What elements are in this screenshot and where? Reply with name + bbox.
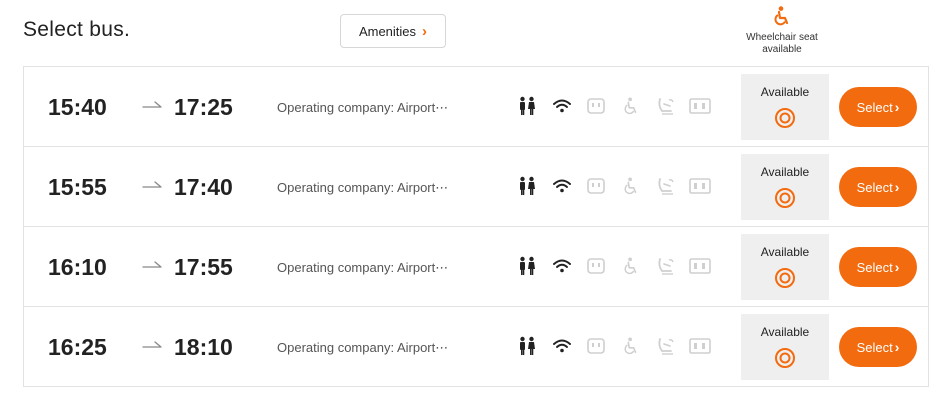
select-label: Select [856,99,893,115]
reclining-seat-icon [655,175,677,197]
monitor-icon [689,255,711,277]
wheelchair-seat-label: Wheelchair seat [746,32,818,43]
chevron-right-icon: › [894,179,900,195]
select-button[interactable]: Select › [839,327,917,367]
wheelchair-seat-label-2: available [762,44,802,55]
bus-list: 15:40 17:25 Operating company: Airport⋯ [23,66,929,387]
departure-time: 16:25 [48,334,107,360]
select-button[interactable]: Select › [839,87,917,127]
double-circle-icon [775,108,795,128]
reclining-seat-icon [655,95,677,117]
wifi-icon [551,175,573,197]
wifi-icon [551,255,573,277]
availability-status: Available [760,85,810,99]
wifi-icon [551,335,573,357]
availability-status: Available [760,245,810,259]
wheelchair-availability: Available [741,314,829,380]
bus-row: 16:10 17:55 Operating company: Airport⋯ [24,227,928,307]
arrival-time: 17:40 [174,174,233,200]
reclining-seat-icon [655,335,677,357]
amenities-button[interactable]: Amenities › [340,14,446,48]
select-label: Select [856,179,893,195]
bus-row: 16:25 18:10 Operating company: Airport⋯ [24,307,928,387]
wheelchair-availability: Available [741,74,829,140]
select-button[interactable]: Select › [839,167,917,207]
availability-status: Available [760,165,810,179]
restroom-icon [516,255,538,277]
wheelchair-icon [774,6,789,26]
operating-company: Operating company: Airport⋯ [277,100,449,115]
bus-row: 15:55 17:40 Operating company: Airport⋯ [24,147,928,227]
reclining-seat-icon [655,255,677,277]
wheelchair-seat-header: Wheelchair seat available [732,6,832,56]
wheelchair-icon [620,95,642,117]
page-title: Select bus. [23,18,131,41]
arrival-time: 17:25 [174,94,233,120]
arrow-right-icon [142,341,162,348]
operating-company: Operating company: Airport⋯ [277,260,449,275]
select-label: Select [856,339,893,355]
power-outlet-icon [585,95,607,117]
restroom-icon [516,335,538,357]
arrow-right-icon [142,101,162,108]
monitor-icon [689,95,711,117]
power-outlet-icon [585,335,607,357]
operating-company: Operating company: Airport⋯ [277,340,449,355]
arrow-right-icon [142,261,162,268]
departure-time: 15:40 [48,94,107,120]
operating-company: Operating company: Airport⋯ [277,180,449,195]
arrival-time: 17:55 [174,254,233,280]
restroom-icon [516,95,538,117]
availability-status: Available [760,325,810,339]
wifi-icon [551,95,573,117]
chevron-right-icon: › [894,259,900,275]
double-circle-icon [775,348,795,368]
restroom-icon [516,175,538,197]
monitor-icon [689,335,711,357]
chevron-right-icon: › [894,339,900,355]
wheelchair-icon [620,255,642,277]
select-label: Select [856,259,893,275]
departure-time: 16:10 [48,254,107,280]
departure-time: 15:55 [48,174,107,200]
bus-row: 15:40 17:25 Operating company: Airport⋯ [24,67,928,147]
power-outlet-icon [585,175,607,197]
select-button[interactable]: Select › [839,247,917,287]
chevron-right-icon: › [894,99,900,115]
amenities-label: Amenities [358,23,417,39]
arrival-time: 18:10 [174,334,233,360]
monitor-icon [689,175,711,197]
wheelchair-availability: Available [741,234,829,300]
wheelchair-icon [620,335,642,357]
chevron-right-icon: › [422,22,428,40]
wheelchair-icon [620,175,642,197]
double-circle-icon [775,188,795,208]
double-circle-icon [775,268,795,288]
power-outlet-icon [585,255,607,277]
wheelchair-availability: Available [741,154,829,220]
arrow-right-icon [142,181,162,188]
